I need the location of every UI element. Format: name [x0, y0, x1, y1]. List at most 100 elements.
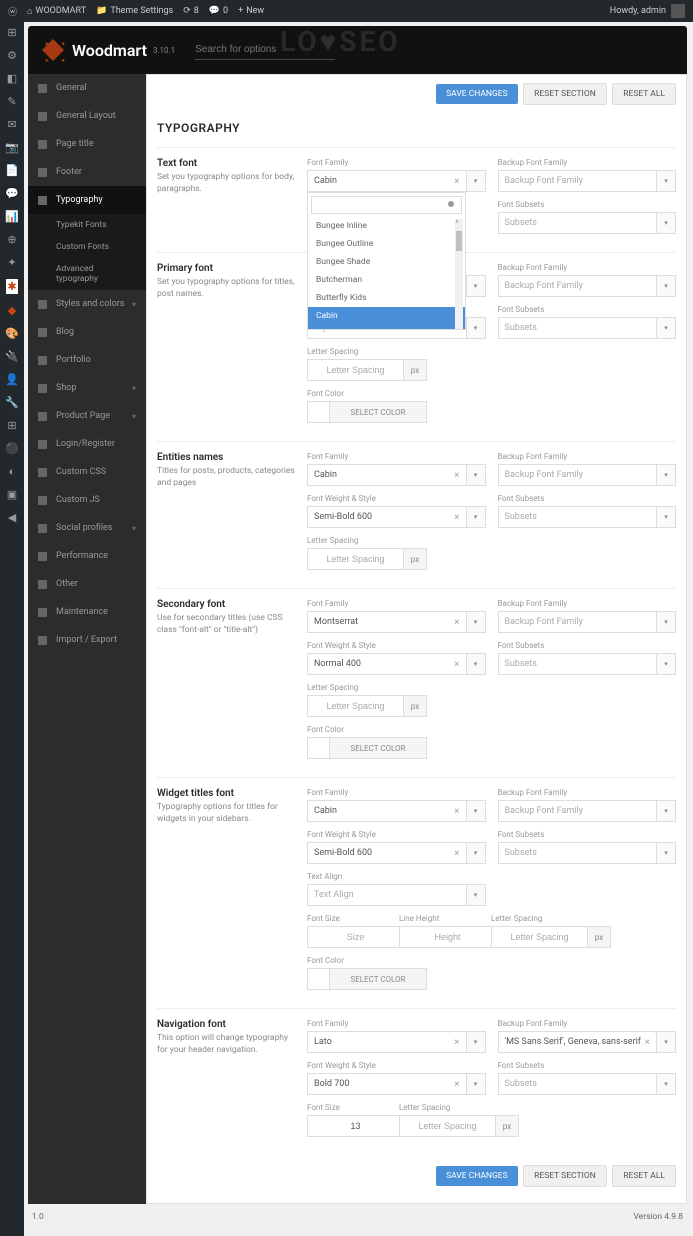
menu-icon[interactable]: 📷: [5, 141, 19, 154]
chevron-down-icon[interactable]: ▾: [466, 1031, 486, 1053]
menu-icon[interactable]: ✦: [7, 256, 16, 269]
select[interactable]: Semi-Bold 600×▾: [307, 506, 486, 528]
select[interactable]: Subsets▾: [498, 212, 677, 234]
adminbar-updates[interactable]: ⟳ 8: [183, 6, 199, 16]
select[interactable]: Montserrat×▾: [307, 611, 486, 633]
clear-icon[interactable]: ×: [454, 659, 459, 670]
select[interactable]: Backup Font Family▾: [498, 800, 677, 822]
text-input[interactable]: [307, 695, 403, 717]
options-search-input[interactable]: [195, 40, 335, 60]
select[interactable]: Subsets▾: [498, 653, 677, 675]
select[interactable]: Normal 400×▾: [307, 653, 486, 675]
chevron-down-icon[interactable]: ▾: [656, 170, 676, 192]
sidebar-item-shop[interactable]: Shop▾: [28, 374, 146, 402]
dropdown-option[interactable]: Bungee Outline: [308, 235, 465, 253]
chevron-down-icon[interactable]: ▾: [466, 611, 486, 633]
chevron-down-icon[interactable]: ▾: [466, 506, 486, 528]
sidebar-item-footer[interactable]: Footer: [28, 158, 146, 186]
reset-section-button[interactable]: RESET SECTION: [523, 1165, 607, 1187]
clear-icon[interactable]: ×: [454, 848, 459, 859]
menu-icon[interactable]: ◧: [7, 72, 17, 85]
chevron-down-icon[interactable]: ▾: [656, 212, 676, 234]
menu-dashboard-icon[interactable]: ⊞: [7, 26, 16, 39]
menu-icon[interactable]: ✱: [6, 279, 17, 294]
menu-icon[interactable]: ✉: [7, 118, 16, 131]
chevron-down-icon[interactable]: ▾: [466, 170, 486, 192]
chevron-down-icon[interactable]: ▾: [466, 884, 486, 906]
text-input[interactable]: [307, 1115, 403, 1137]
reset-all-button[interactable]: RESET ALL: [612, 83, 676, 105]
select[interactable]: Lato×▾: [307, 1031, 486, 1053]
select[interactable]: Semi-Bold 600×▾: [307, 842, 486, 864]
chevron-down-icon[interactable]: ▾: [466, 464, 486, 486]
text-input[interactable]: [307, 548, 403, 570]
sidebar-item-styles-and-colors[interactable]: Styles and colors▾: [28, 290, 146, 318]
select[interactable]: Backup Font Family▾: [498, 611, 677, 633]
sidebar-item-blog[interactable]: Blog: [28, 318, 146, 346]
scrollbar[interactable]: [455, 219, 463, 329]
sidebar-item-other[interactable]: Other: [28, 570, 146, 598]
avatar-icon[interactable]: [671, 4, 685, 18]
sidebar-item-maintenance[interactable]: Maintenance: [28, 598, 146, 626]
clear-icon[interactable]: ×: [454, 1079, 459, 1090]
save-button[interactable]: SAVE CHANGES: [436, 1166, 518, 1186]
text-input[interactable]: [491, 926, 587, 948]
sidebar-item-general-layout[interactable]: General Layout: [28, 102, 146, 130]
adminbar-wp-logo[interactable]: ⓦ: [8, 5, 17, 18]
sidebar-item-custom-css[interactable]: Custom CSS: [28, 458, 146, 486]
select[interactable]: Subsets▾: [498, 506, 677, 528]
menu-icon[interactable]: ▣: [7, 488, 17, 501]
select[interactable]: Text Align▾: [307, 884, 486, 906]
sidebar-subitem[interactable]: Custom Fonts: [28, 236, 146, 258]
clear-icon[interactable]: ×: [454, 617, 459, 628]
chevron-down-icon[interactable]: ▾: [656, 1073, 676, 1095]
dropdown-option[interactable]: Butcherman: [308, 271, 465, 289]
menu-icon[interactable]: 🔌: [5, 350, 19, 363]
menu-icon[interactable]: 💬: [5, 187, 19, 200]
sidebar-item-typography[interactable]: Typography: [28, 186, 146, 214]
chevron-down-icon[interactable]: ▾: [466, 653, 486, 675]
color-picker[interactable]: SELECT COLOR: [307, 737, 427, 759]
menu-icon[interactable]: 🔧: [5, 396, 19, 409]
select[interactable]: Backup Font Family▾: [498, 170, 677, 192]
sidebar-item-performance[interactable]: Performance: [28, 542, 146, 570]
adminbar-comments[interactable]: 💬 0: [209, 6, 228, 16]
select[interactable]: Cabin×▾: [307, 464, 486, 486]
select[interactable]: Subsets▾: [498, 842, 677, 864]
select[interactable]: Cabin×▾: [307, 800, 486, 822]
chevron-down-icon[interactable]: ▾: [466, 317, 486, 339]
sidebar-subitem[interactable]: Typekit Fonts: [28, 214, 146, 236]
menu-icon[interactable]: ⚙: [7, 49, 17, 62]
chevron-down-icon[interactable]: ▾: [466, 1073, 486, 1095]
sidebar-item-login-register[interactable]: Login/Register: [28, 430, 146, 458]
menu-icon[interactable]: ✎: [7, 95, 16, 108]
chevron-down-icon[interactable]: ▾: [656, 653, 676, 675]
clear-icon[interactable]: ×: [454, 1037, 459, 1048]
menu-icon[interactable]: ⚫: [5, 442, 19, 455]
adminbar-new[interactable]: + New: [238, 6, 264, 16]
chevron-down-icon[interactable]: ▾: [466, 842, 486, 864]
text-input[interactable]: [307, 926, 403, 948]
select[interactable]: Cabin×▾: [307, 170, 486, 192]
sidebar-item-import-export[interactable]: Import / Export: [28, 626, 146, 654]
menu-icon[interactable]: ⊕: [7, 233, 16, 246]
select[interactable]: 'MS Sans Serif', Geneva, sans-serif×▾: [498, 1031, 677, 1053]
text-input[interactable]: [307, 359, 403, 381]
adminbar-theme[interactable]: 📁 Theme Settings: [96, 6, 173, 16]
chevron-down-icon[interactable]: ▾: [466, 800, 486, 822]
clear-icon[interactable]: ×: [454, 806, 459, 817]
text-input[interactable]: [399, 926, 495, 948]
adminbar-howdy[interactable]: Howdy, admin: [610, 6, 666, 16]
chevron-down-icon[interactable]: ▾: [656, 506, 676, 528]
chevron-down-icon[interactable]: ▾: [656, 800, 676, 822]
sidebar-item-portfolio[interactable]: Portfolio: [28, 346, 146, 374]
menu-icon[interactable]: 👤: [5, 373, 19, 386]
text-input[interactable]: [399, 1115, 495, 1137]
sidebar-item-product-page[interactable]: Product Page▾: [28, 402, 146, 430]
dropdown-option[interactable]: Bungee Shade: [308, 253, 465, 271]
select[interactable]: Backup Font Family▾: [498, 275, 677, 297]
menu-collapse-icon[interactable]: ◀: [8, 511, 16, 524]
select[interactable]: Backup Font Family▾: [498, 464, 677, 486]
select[interactable]: Subsets▾: [498, 1073, 677, 1095]
sidebar-item-custom-js[interactable]: Custom JS: [28, 486, 146, 514]
